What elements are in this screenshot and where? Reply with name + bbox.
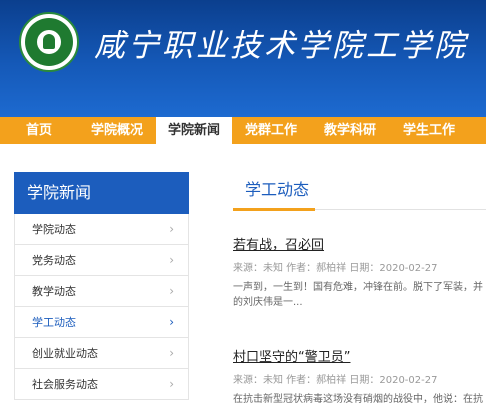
nav-item-about[interactable]: 学院概况 <box>78 117 156 144</box>
sidebar-heading: 学院新闻 <box>14 172 189 214</box>
article-summary: 一声到，一生到！国有危难，冲锋在前。脱下了军装，并 的刘庆伟是一... <box>233 280 483 310</box>
section-title: 学工动态 <box>245 180 310 199</box>
sidebar-item-employment-news[interactable]: 创业就业动态 › <box>14 338 189 369</box>
nav-item-news[interactable]: 学院新闻 <box>156 117 232 144</box>
chevron-right-icon: › <box>169 222 174 236</box>
chevron-right-icon: › <box>169 284 174 298</box>
chevron-right-icon: › <box>169 377 174 391</box>
article-summary-line: 的刘庆伟是一... <box>233 297 303 308</box>
chevron-right-icon: › <box>169 346 174 360</box>
nav-item-party[interactable]: 党群工作 <box>232 117 310 144</box>
article-summary: 在抗击新型冠状病毒这场没有硝烟的战役中，他说：在抗 <box>233 392 483 407</box>
site-header: 咸宁职业技术学院工学院 <box>0 0 486 117</box>
sidebar-item-label: 创业就业动态 <box>32 347 98 360</box>
nav-item-home[interactable]: 首页 <box>0 117 78 144</box>
sidebar-item-social-service-news[interactable]: 社会服务动态 › <box>14 369 189 400</box>
article-meta: 来源：未知 作者：郝柏祥 日期：2020-02-27 <box>233 375 438 386</box>
nav-item-students[interactable]: 学生工作 <box>390 117 468 144</box>
sidebar-item-label: 教学动态 <box>32 285 76 298</box>
sidebar-item-college-news[interactable]: 学院动态 › <box>14 214 189 245</box>
section-divider <box>233 208 486 212</box>
article-title-link[interactable]: 若有战，召必回 <box>233 234 483 253</box>
sidebar-item-student-work-news[interactable]: 学工动态 › <box>14 307 189 338</box>
article-summary-line: 在抗击新型冠状病毒这场没有硝烟的战役中，他说：在抗 <box>233 394 483 405</box>
article-summary-line: 一声到，一生到！国有危难，冲锋在前。脱下了军装，并 <box>233 282 483 293</box>
article-meta: 来源：未知 作者：郝柏祥 日期：2020-02-27 <box>233 263 438 274</box>
article-title-link[interactable]: 村口坚守的“警卫员” <box>233 346 483 365</box>
list-item: 村口坚守的“警卫员” 来源：未知 作者：郝柏祥 日期：2020-02-27 在抗… <box>233 346 483 407</box>
site-title: 咸宁职业技术学院工学院 <box>94 28 468 64</box>
chevron-right-icon: › <box>169 253 174 267</box>
nav-item-teaching[interactable]: 教学科研 <box>310 117 390 144</box>
sidebar-item-label: 学工动态 <box>32 316 76 329</box>
sidebar-item-label: 党务动态 <box>32 254 76 267</box>
main-content: 学工动态 若有战，召必回 来源：未知 作者：郝柏祥 日期：2020-02-27 … <box>233 172 486 405</box>
sidebar-item-label: 学院动态 <box>32 223 76 236</box>
sidebar: 学院新闻 学院动态 › 党务动态 › 教学动态 › 学工动态 › 创业就业动态 … <box>14 172 189 400</box>
list-item: 若有战，召必回 来源：未知 作者：郝柏祥 日期：2020-02-27 一声到，一… <box>233 234 483 310</box>
sidebar-item-label: 社会服务动态 <box>32 378 98 391</box>
college-emblem-icon[interactable] <box>19 12 79 72</box>
sidebar-item-party-news[interactable]: 党务动态 › <box>14 245 189 276</box>
main-nav: 首页 学院概况 学院新闻 党群工作 教学科研 学生工作 <box>0 117 486 144</box>
sidebar-item-teaching-news[interactable]: 教学动态 › <box>14 276 189 307</box>
chevron-right-icon: › <box>169 315 174 329</box>
